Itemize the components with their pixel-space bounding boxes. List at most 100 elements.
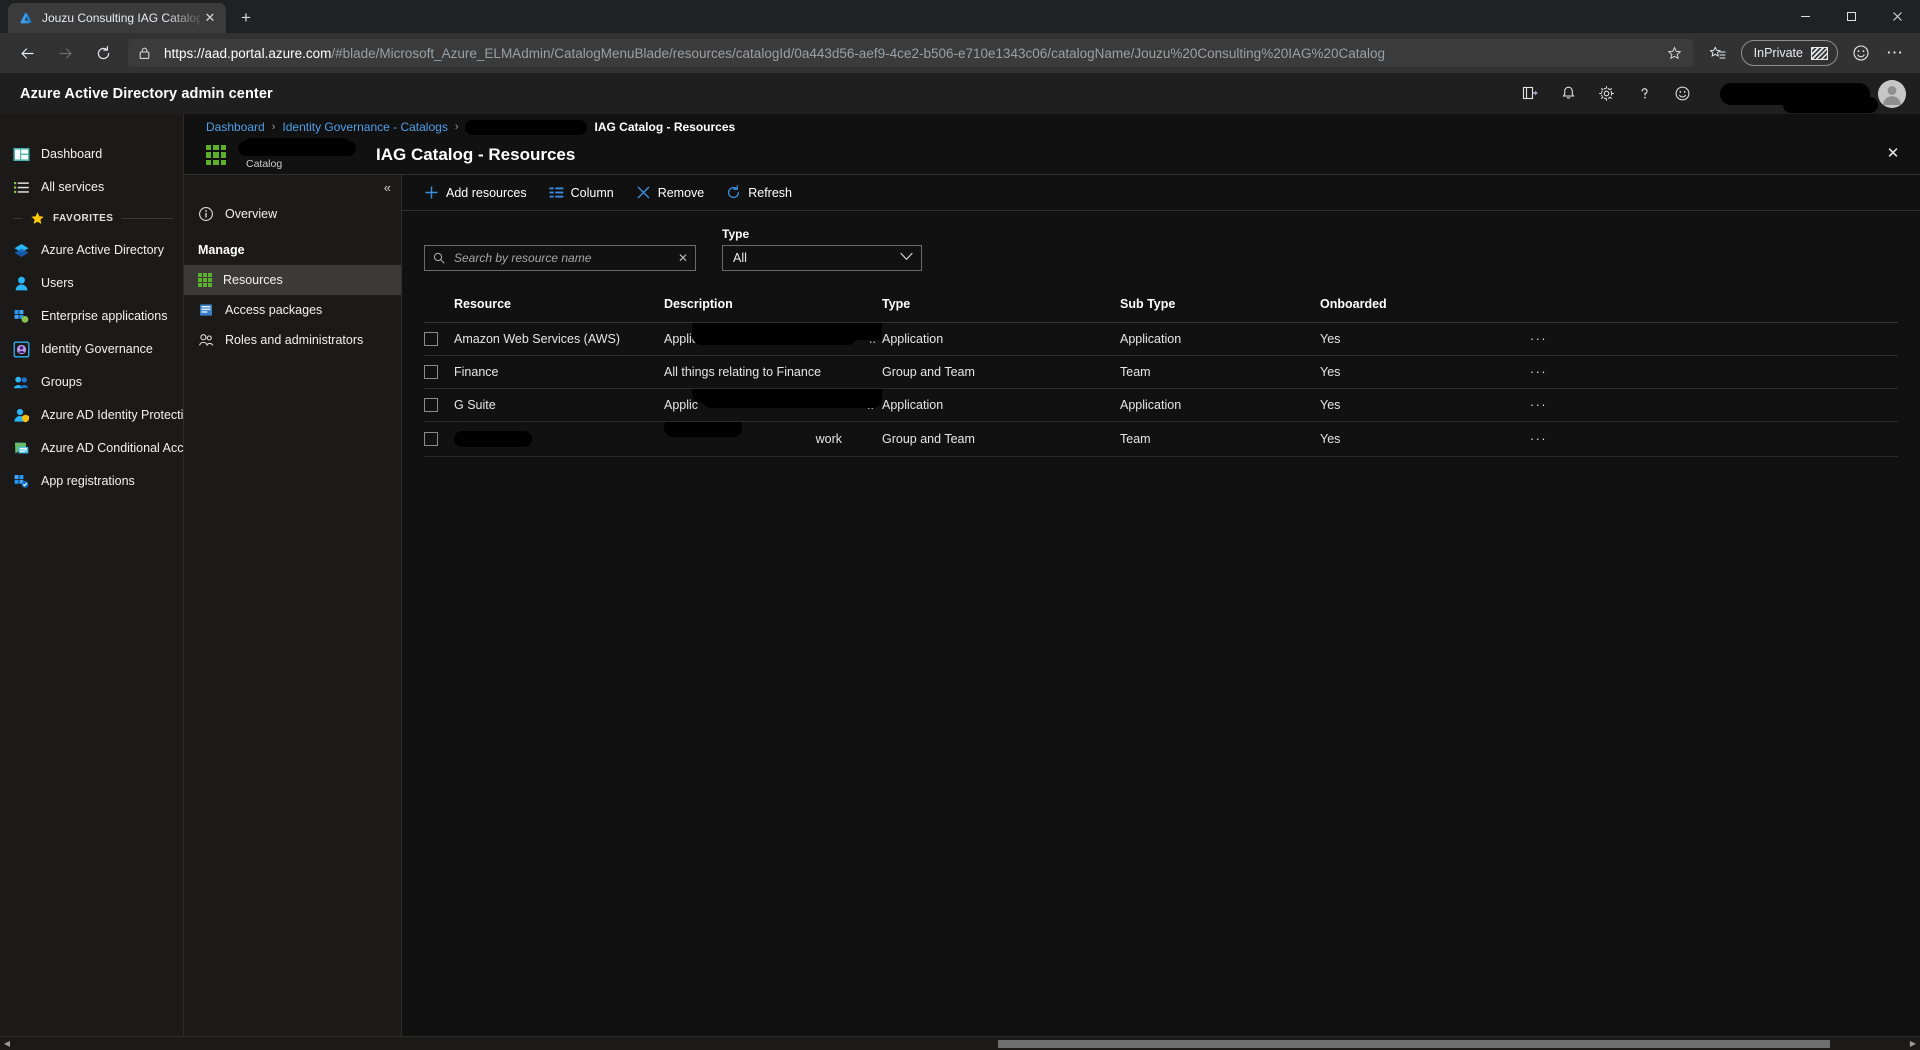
window-minimize-button[interactable] <box>1782 0 1828 33</box>
browser-tabstrip: Jouzu Consulting IAG Catalog - ✕ + <box>0 0 1920 33</box>
column-header-resource[interactable]: Resource <box>454 291 664 323</box>
sidebar-item-users[interactable]: Users <box>0 269 183 297</box>
search-box[interactable]: ✕ <box>424 245 696 271</box>
sidebar-item-groups[interactable]: Groups <box>0 368 183 396</box>
tab-close-icon[interactable]: ✕ <box>200 8 220 28</box>
row-checkbox[interactable] <box>424 332 438 346</box>
new-tab-button[interactable]: + <box>232 4 260 32</box>
sidebar-item-identity-governance[interactable]: Identity Governance <box>0 335 183 363</box>
breadcrumb-separator-icon: › <box>454 121 459 133</box>
row-context-menu-icon[interactable]: ··· <box>1530 355 1898 389</box>
enterprise-apps-icon <box>13 308 30 325</box>
description-text-prefix: Applic <box>664 398 699 412</box>
blade-menu: « Overview Manage Resources Access packa… <box>184 174 402 1036</box>
row-context-menu-icon[interactable]: ··· <box>1530 322 1898 356</box>
column-header-sub-type[interactable]: Sub Type <box>1120 291 1320 323</box>
row-checkbox[interactable] <box>424 365 438 379</box>
cell-resource: G Suite <box>454 388 664 422</box>
blade-menu-item-roles-and-administrators[interactable]: Roles and administrators <box>184 325 401 355</box>
smiley-face-icon[interactable] <box>1846 38 1876 68</box>
window-controls <box>1782 0 1920 33</box>
blade-menu-item-overview[interactable]: Overview <box>184 199 401 229</box>
breadcrumb-item-redacted[interactable] <box>465 119 588 135</box>
scroll-right-arrow-icon[interactable]: ▶ <box>1906 1039 1920 1048</box>
remove-button[interactable]: Remove <box>636 185 704 200</box>
breadcrumb-item-identity-governance-catalogs[interactable]: Identity Governance - Catalogs <box>282 120 447 134</box>
table-row[interactable]: Finance All things relating to Finance G… <box>424 355 1898 389</box>
feedback-smiley-icon[interactable] <box>1664 73 1700 114</box>
close-x-icon <box>636 185 651 200</box>
refresh-icon <box>726 185 741 200</box>
command-label: Column <box>570 185 614 200</box>
sidebar-item-azure-ad-identity-protection[interactable]: Azure AD Identity Protection <box>0 401 197 429</box>
sidebar-item-azure-active-directory[interactable]: Azure Active Directory <box>0 236 183 264</box>
scrollbar-thumb[interactable] <box>997 1039 1831 1048</box>
row-checkbox[interactable] <box>424 432 438 446</box>
browser-settings-menu-icon[interactable]: ⋯ <box>1880 38 1910 68</box>
column-header-onboarded[interactable]: Onboarded <box>1320 291 1530 323</box>
sidebar-item-label: Enterprise applications <box>41 309 168 323</box>
row-context-menu-icon[interactable]: ··· <box>1530 388 1898 422</box>
account-name-redacted <box>1720 82 1878 113</box>
app-registrations-icon <box>13 473 30 490</box>
sidebar-item-dashboard[interactable]: Dashboard <box>0 140 183 168</box>
help-question-icon[interactable] <box>1626 73 1662 114</box>
scrollbar-track[interactable] <box>14 1036 1906 1050</box>
columns-icon <box>549 186 564 199</box>
browser-tab[interactable]: Jouzu Consulting IAG Catalog - ✕ <box>8 3 226 33</box>
search-input[interactable] <box>452 250 670 266</box>
type-filter-value: All <box>733 251 747 265</box>
blade-title-row: Catalog IAG Catalog - Resources ✕ <box>184 136 1920 174</box>
row-checkbox-cell[interactable] <box>424 355 454 389</box>
sidebar-item-app-registrations[interactable]: App registrations <box>0 467 183 495</box>
forward-button[interactable] <box>49 37 81 69</box>
column-button[interactable]: Column <box>549 186 614 200</box>
sidebar-item-enterprise-applications[interactable]: Enterprise applications <box>0 302 183 330</box>
column-header-type[interactable]: Type <box>882 291 1120 323</box>
table-row[interactable]: G Suite Applic.. Application Application… <box>424 388 1898 422</box>
reload-button[interactable] <box>87 37 119 69</box>
sidebar-item-all-services[interactable]: All services <box>0 173 183 201</box>
settings-gear-icon[interactable] <box>1588 73 1624 114</box>
row-checkbox-cell[interactable] <box>424 388 454 422</box>
window-maximize-button[interactable] <box>1828 0 1874 33</box>
command-bar: Add resources Column Remove Refresh <box>402 175 1920 211</box>
azure-ad-icon <box>13 242 30 259</box>
scroll-left-arrow-icon[interactable]: ◀ <box>0 1039 14 1048</box>
blade-menu-item-access-packages[interactable]: Access packages <box>184 295 401 325</box>
table-row[interactable]: Amazon Web Services (AWS) Applic.. Appli… <box>424 322 1898 356</box>
filter-bar: ✕ Type All <box>402 211 1920 281</box>
cell-description: Applic.. <box>664 322 882 356</box>
refresh-button[interactable]: Refresh <box>726 185 792 200</box>
blade-subtitle-block: Catalog <box>238 140 368 170</box>
collections-icon[interactable] <box>1703 38 1733 68</box>
info-circle-icon <box>198 206 214 222</box>
cloud-shell-icon[interactable] <box>1512 73 1548 114</box>
column-header-description[interactable]: Description <box>664 291 882 323</box>
sidebar-item-azure-ad-conditional-access[interactable]: Azure AD Conditional Access <box>0 434 203 462</box>
horizontal-scrollbar[interactable]: ◀ ▶ <box>0 1036 1920 1050</box>
blade-menu-collapse-button[interactable]: « <box>184 175 401 199</box>
browser-window: Jouzu Consulting IAG Catalog - ✕ + https… <box>0 0 1920 1050</box>
type-filter-select[interactable]: All <box>722 245 922 271</box>
favorite-star-icon[interactable] <box>1663 45 1687 61</box>
breadcrumb-item-dashboard[interactable]: Dashboard <box>206 120 265 134</box>
blade-menu-item-resources[interactable]: Resources <box>184 265 401 295</box>
notifications-bell-icon[interactable] <box>1550 73 1586 114</box>
avatar[interactable] <box>1878 79 1906 108</box>
table-row[interactable]: work Group and Team Team Yes ··· <box>424 421 1898 457</box>
address-bar[interactable]: https://aad.portal.azure.com/#blade/Micr… <box>128 39 1693 67</box>
row-checkbox[interactable] <box>424 398 438 412</box>
row-checkbox-cell[interactable] <box>424 421 454 457</box>
favorites-label: FAVORITES <box>53 213 114 224</box>
back-button[interactable] <box>11 37 43 69</box>
inprivate-badge[interactable]: InPrivate <box>1740 40 1838 66</box>
sidebar-collapse-button[interactable] <box>0 114 183 140</box>
cell-type: Application <box>882 388 1120 422</box>
clear-x-icon[interactable]: ✕ <box>677 251 689 265</box>
row-checkbox-cell[interactable] <box>424 322 454 356</box>
add-resources-button[interactable]: Add resources <box>424 185 527 200</box>
close-icon[interactable]: ✕ <box>1882 142 1904 164</box>
window-close-button[interactable] <box>1874 0 1920 33</box>
row-context-menu-icon[interactable]: ··· <box>1530 421 1898 457</box>
